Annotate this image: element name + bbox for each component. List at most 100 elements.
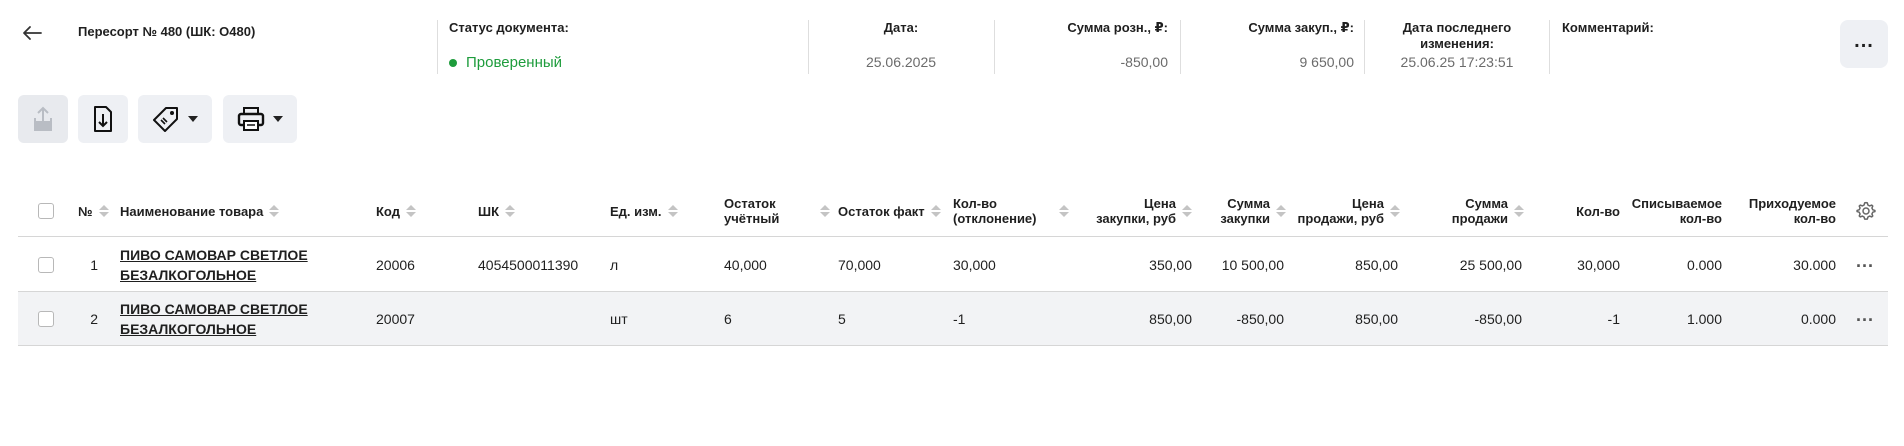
labels-dropdown-button[interactable]	[138, 95, 212, 143]
column-stock-accounted[interactable]: Остаток учётный	[724, 185, 830, 237]
sort-icon	[405, 205, 416, 217]
row-checkbox[interactable]	[38, 257, 54, 273]
cell-writeoff: 1.000	[1686, 311, 1722, 327]
status-text: Проверенный	[466, 54, 563, 71]
more-horizontal-icon: ...	[1854, 30, 1874, 52]
sort-icon	[820, 205, 830, 217]
sort-icon	[505, 205, 515, 217]
modified-value: 25.06.25 17:23:51	[1400, 54, 1514, 70]
retail-sum-value: -850,00	[1120, 54, 1168, 70]
cell-stock-fact: 70,000	[838, 257, 881, 273]
cell-stock-fact: 5	[838, 311, 846, 327]
document-title: Пересорт № 480 (ШК: O480)	[78, 24, 256, 39]
row-num: 1	[90, 257, 98, 273]
column-stock-fact[interactable]: Остаток факт	[838, 185, 941, 237]
select-all-checkbox[interactable]	[38, 203, 54, 219]
sort-icon	[269, 205, 280, 217]
cell-incoming: 30.000	[1793, 257, 1836, 273]
cell-incoming: 0.000	[1800, 311, 1836, 327]
date-value: 25.06.2025	[865, 54, 937, 70]
column-sum-buy[interactable]: Сумма закупки	[1198, 185, 1286, 237]
cell-price-sell: 850,00	[1355, 257, 1398, 273]
purchase-sum-column: Сумма закуп., ₽: 9 650,00	[1180, 20, 1354, 74]
printer-icon	[237, 107, 265, 131]
column-price-sell[interactable]: Цена продажи, руб	[1288, 185, 1400, 237]
download-icon	[94, 106, 112, 132]
table-header: № Наименование товара Код ШК Ед. изм. Ос…	[18, 185, 1888, 237]
chevron-down-icon	[188, 116, 198, 122]
cell-unit: л	[610, 257, 619, 273]
cell-barcode: 4054500011390	[478, 257, 579, 273]
comment-label: Комментарий:	[1562, 20, 1654, 35]
more-horizontal-icon[interactable]: ...	[1856, 305, 1874, 326]
row-num: 2	[90, 311, 98, 327]
row-menu-cell: ...	[1856, 292, 1874, 346]
share-button[interactable]	[18, 95, 68, 143]
header-separator	[437, 20, 438, 74]
modified-column: Дата последнего изменения: 25.06.25 17:23…	[1364, 20, 1550, 74]
row-checkbox-cell	[38, 238, 54, 292]
product-name-link[interactable]: ПИВО САМОВАР СВЕТЛОЕ БЕЗАЛКОГОЛЬНОЕ	[120, 238, 308, 292]
table-row[interactable]: 1 ПИВО САМОВАР СВЕТЛОЕ БЕЗАЛКОГОЛЬНОЕ 200…	[18, 238, 1888, 292]
status-column: Статус документа: Проверенный	[449, 20, 799, 74]
sort-icon	[1390, 205, 1400, 217]
chevron-down-icon	[273, 116, 283, 122]
column-code[interactable]: Код	[376, 185, 416, 237]
retail-sum-column: Сумма розн., ₽: -850,00	[994, 20, 1168, 74]
column-incoming[interactable]: Приходуемое кол-во	[1728, 185, 1836, 237]
modified-label: Дата последнего изменения:	[1402, 20, 1512, 51]
column-unit[interactable]: Ед. изм.	[610, 185, 678, 237]
more-actions-button[interactable]: ...	[1840, 20, 1888, 68]
cell-stock-accounted: 40,000	[724, 257, 767, 273]
cell-code: 20007	[376, 311, 415, 327]
column-settings[interactable]	[1856, 185, 1876, 237]
cell-price-buy: 850,00	[1149, 311, 1192, 327]
cell-stock-accounted: 6	[724, 311, 732, 327]
status-dot-icon	[449, 58, 457, 67]
cell-sum-sell: -850,00	[1474, 311, 1522, 327]
column-barcode[interactable]: ШК	[478, 185, 515, 237]
column-qty-deviation[interactable]: Кол-во (отклонение)	[953, 185, 1069, 237]
column-qty[interactable]: Кол-во	[1528, 185, 1620, 237]
select-all-cell	[38, 185, 54, 237]
sort-icon	[1514, 205, 1524, 217]
sort-icon	[667, 205, 678, 217]
sort-icon	[98, 205, 109, 217]
purchase-sum-label: Сумма закуп., ₽:	[1248, 20, 1354, 35]
cell-sum-sell: 25 500,00	[1459, 257, 1522, 273]
cell-sum-buy: 10 500,00	[1221, 257, 1284, 273]
cell-price-sell: 850,00	[1355, 311, 1398, 327]
import-button[interactable]	[78, 95, 128, 143]
cell-qty: 30,000	[1577, 257, 1620, 273]
date-label: Дата:	[883, 20, 919, 35]
table-row[interactable]: 2 ПИВО САМОВАР СВЕТЛОЕ БЕЗАЛКОГОЛЬНОЕ 200…	[18, 292, 1888, 346]
tag-icon	[153, 107, 178, 132]
product-name-link[interactable]: ПИВО САМОВАР СВЕТЛОЕ БЕЗАЛКОГОЛЬНОЕ	[120, 292, 308, 346]
cell-writeoff: 0.000	[1686, 257, 1722, 273]
column-price-buy[interactable]: Цена закупки, руб	[1068, 185, 1192, 237]
sort-icon	[1276, 205, 1286, 217]
cell-qty-deviation: 30,000	[953, 257, 996, 273]
cell-qty: -1	[1607, 311, 1620, 327]
share-icon	[34, 106, 52, 131]
cell-price-buy: 350,00	[1149, 257, 1192, 273]
gear-icon[interactable]	[1856, 201, 1876, 221]
column-num[interactable]: №	[78, 185, 109, 237]
date-column: Дата: 25.06.2025	[808, 20, 994, 74]
cell-qty-deviation: -1	[953, 311, 966, 327]
column-name[interactable]: Наименование товара	[120, 185, 280, 237]
row-checkbox-cell	[38, 292, 54, 346]
back-arrow-icon[interactable]	[20, 21, 44, 45]
print-dropdown-button[interactable]	[223, 95, 297, 143]
row-checkbox[interactable]	[38, 311, 54, 327]
more-horizontal-icon[interactable]: ...	[1856, 251, 1874, 272]
column-sum-sell[interactable]: Сумма продажи	[1408, 185, 1524, 237]
retail-sum-label: Сумма розн., ₽:	[1067, 20, 1168, 35]
column-writeoff[interactable]: Списываемое кол-во	[1618, 185, 1722, 237]
status-value: Проверенный	[449, 54, 562, 71]
sort-icon	[1182, 205, 1192, 217]
sort-icon	[930, 205, 941, 217]
header-separator	[1549, 20, 1550, 74]
row-menu-cell: ...	[1856, 238, 1874, 292]
cell-code: 20006	[376, 257, 415, 273]
